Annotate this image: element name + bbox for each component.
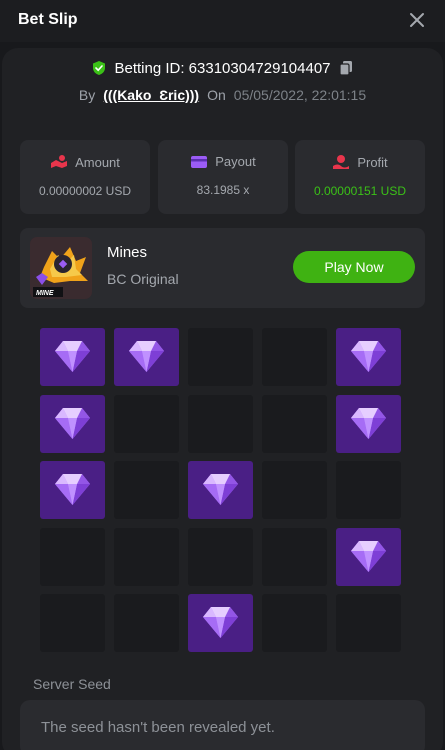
close-icon	[410, 13, 424, 27]
payout-label: Payout	[215, 154, 256, 169]
copy-button[interactable]	[338, 60, 354, 76]
amount-value: 0.00000002 USD	[38, 184, 132, 198]
gem-tile	[336, 328, 401, 386]
payout-icon	[191, 155, 208, 168]
close-button[interactable]	[407, 10, 427, 30]
header-bar: Bet Slip	[0, 0, 445, 42]
empty-tile	[40, 527, 105, 586]
empty-tile	[262, 461, 327, 519]
gem-tile	[336, 394, 401, 453]
game-card: MINE Mines BC Original Play Now	[20, 228, 425, 308]
by-label: By	[78, 87, 96, 103]
game-thumbnail: MINE	[30, 237, 92, 299]
thumb-text: MINE	[36, 290, 54, 297]
empty-tile	[114, 394, 179, 453]
empty-tile	[262, 594, 327, 652]
empty-tile	[262, 527, 327, 586]
server-seed-field: The seed hasn't been revealed yet.	[20, 700, 425, 750]
gem-icon	[351, 341, 386, 372]
gem-tile	[40, 461, 105, 519]
username-link[interactable]: (((Kako_Ɛric)))	[103, 87, 199, 103]
empty-tile	[188, 394, 253, 453]
profit-stat: Profit 0.00000151 USD	[295, 140, 425, 214]
gem-tile	[188, 461, 253, 519]
payout-value: 83.1985 x	[196, 183, 250, 197]
profit-label: Profit	[357, 154, 388, 170]
empty-tile	[336, 461, 401, 519]
gem-icon	[55, 341, 90, 372]
amount-stat: Amount 0.00000002 USD	[20, 140, 150, 214]
betting-id-row: Betting ID: 63310304729104407	[0, 57, 445, 79]
empty-tile	[262, 328, 327, 386]
page-title: Bet Slip	[18, 11, 78, 28]
copy-icon	[338, 61, 352, 76]
on-label: On	[207, 87, 226, 103]
bet-datetime: 05/05/2022, 22:01:15	[233, 87, 367, 103]
gem-tile	[114, 328, 179, 386]
empty-tile	[336, 594, 401, 652]
amount-label: Amount	[75, 154, 120, 170]
gem-icon	[351, 407, 386, 439]
play-now-button[interactable]: Play Now	[293, 251, 415, 283]
empty-tile	[188, 527, 253, 586]
verified-shield-icon	[93, 61, 106, 75]
game-name: Mines	[107, 244, 148, 261]
game-subtitle: BC Original	[107, 271, 179, 287]
gem-tile	[188, 594, 253, 652]
gem-icon	[203, 607, 238, 638]
payout-stat: Payout 83.1985 x	[158, 140, 288, 214]
server-seed-label: Server Seed	[33, 676, 111, 692]
profit-value: 0.00000151 USD	[313, 184, 407, 198]
empty-tile	[114, 594, 179, 652]
server-seed-text: The seed hasn't been revealed yet.	[41, 719, 275, 736]
profit-icon	[333, 155, 350, 169]
amount-icon	[51, 155, 68, 168]
gem-icon	[351, 540, 386, 572]
gem-icon	[129, 341, 164, 372]
empty-tile	[114, 461, 179, 519]
gem-icon	[55, 407, 90, 439]
empty-tile	[40, 594, 105, 652]
gem-tile	[40, 328, 105, 386]
gem-tile	[336, 527, 401, 586]
gem-tile	[40, 394, 105, 453]
empty-tile	[262, 394, 327, 453]
betting-id: Betting ID: 63310304729104407	[114, 59, 331, 77]
gem-icon	[55, 474, 90, 505]
empty-tile	[188, 328, 253, 386]
empty-tile	[114, 527, 179, 586]
bettor-row: By (((Kako_Ɛric))) On 05/05/2022, 22:01:…	[0, 84, 445, 106]
gem-icon	[203, 474, 238, 505]
mines-logo-icon: MINE	[30, 237, 92, 299]
